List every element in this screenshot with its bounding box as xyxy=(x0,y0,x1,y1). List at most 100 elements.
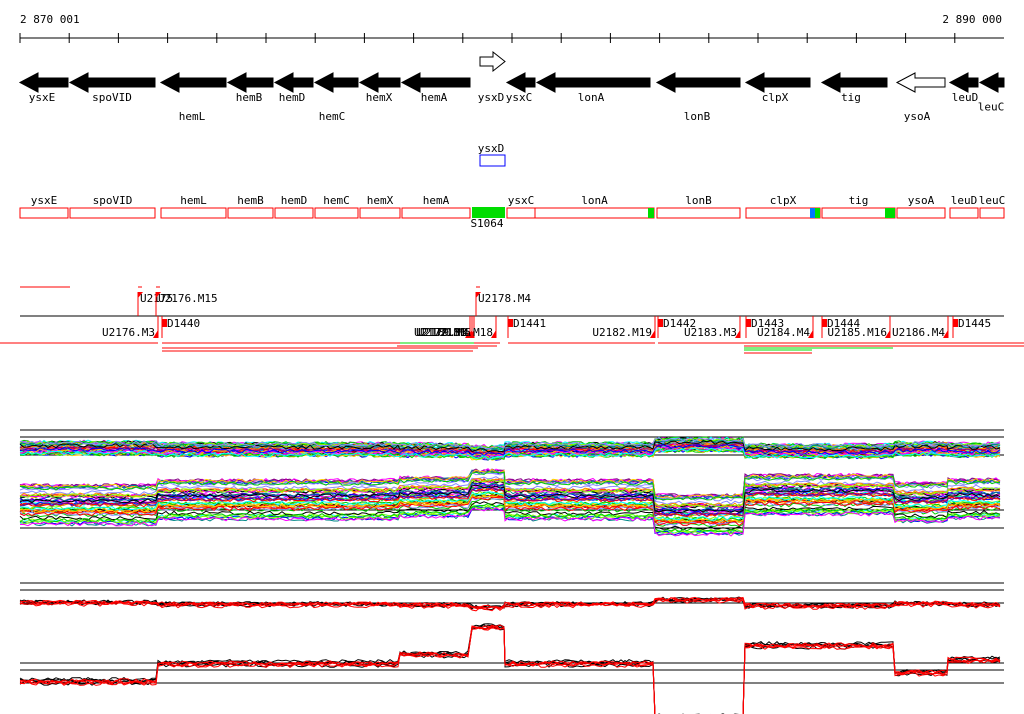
operon-label: leuD xyxy=(951,194,978,207)
segment-box xyxy=(885,208,895,218)
lower-marker-label[interactable]: D1445 xyxy=(958,317,991,330)
operon-box-hemA[interactable] xyxy=(401,207,471,219)
gene-label: hemA xyxy=(421,91,448,104)
gene-arrow-ysoA[interactable] xyxy=(895,72,946,93)
gene-label: ysoA xyxy=(904,110,931,123)
gene-label: hemD xyxy=(279,91,306,104)
operon-box-clpX[interactable] xyxy=(745,207,821,219)
lower-marker-label[interactable]: U2181.M18 xyxy=(433,326,493,339)
operon-box-ysxE[interactable] xyxy=(19,207,69,219)
upper-marker-label[interactable]: U2178.M4 xyxy=(478,292,531,305)
gene-arrow-leuD[interactable] xyxy=(948,72,979,93)
ruler-end-label: 2 890 000 xyxy=(942,13,1002,26)
gene-arrow-tig[interactable] xyxy=(820,72,888,93)
gene-arrow-hemC[interactable] xyxy=(313,72,359,93)
gene-label: leuC xyxy=(978,101,1005,114)
operon-box-ysoA[interactable] xyxy=(896,207,946,219)
expression-profile xyxy=(19,624,1001,714)
operon-label: lonA xyxy=(581,194,608,207)
operon-box-hemD[interactable] xyxy=(274,207,314,219)
gene-arrow-hemA[interactable] xyxy=(400,72,471,93)
gene-arrow-leuC[interactable] xyxy=(978,72,1005,93)
operon-box-lonB[interactable] xyxy=(656,207,741,219)
operon-track: S1064 ysxE spoVID hemL hemB hemD hemC hemX hemA… xyxy=(19,194,1006,230)
operon-label: hemC xyxy=(323,194,350,207)
operon-label: spoVID xyxy=(93,194,133,207)
ncrna-box[interactable] xyxy=(479,154,506,167)
marker-track: U2175U2176.M15 U2178.M4U2176.M3D1440U2177… xyxy=(0,286,1024,354)
operon-label: hemB xyxy=(237,194,264,207)
lower-marker-label[interactable]: U2185.M16 xyxy=(827,326,887,339)
operon-box-tig[interactable] xyxy=(821,207,896,219)
operon-label: hemA xyxy=(423,194,450,207)
segment-box xyxy=(815,208,820,218)
lower-marker-label[interactable]: D1441 xyxy=(513,317,546,330)
operon-label: clpX xyxy=(770,194,797,207)
gene-label: clpX xyxy=(762,91,789,104)
genome-browser-view: 2 870 001 2 890 000 ysxE spoVID hemL hemB he… xyxy=(0,13,1024,714)
gene-label: spoVID xyxy=(92,91,132,104)
operon-box-hemC[interactable] xyxy=(314,207,359,219)
operon-label: tig xyxy=(849,194,869,207)
coordinate-ruler: 2 870 001 2 890 000 xyxy=(19,13,1004,43)
operon-label: hemX xyxy=(367,194,394,207)
gene-label: ysxD xyxy=(478,91,505,104)
expression-profile xyxy=(19,623,1001,714)
gene-label: hemX xyxy=(366,91,393,104)
gene-arrow-hemL[interactable] xyxy=(159,72,227,93)
lower-marker-label[interactable]: U2182.M19 xyxy=(592,326,652,339)
expression-profile xyxy=(20,626,1001,714)
gene-track: ysxE spoVIDhemLhemB hemDhemChemX hemA ysxD ys… xyxy=(18,50,1005,123)
gene-arrow-hemB[interactable] xyxy=(226,72,274,93)
gene-label: lonB xyxy=(684,110,711,123)
gene-arrow-clpX[interactable] xyxy=(744,72,811,93)
lower-marker-label[interactable]: U2183.M3 xyxy=(684,326,737,339)
lower-marker-label[interactable]: D1440 xyxy=(167,317,200,330)
operon-label: hemD xyxy=(281,194,308,207)
lower-marker-label[interactable]: U2176.M3 xyxy=(102,326,155,339)
operon-box-hemL[interactable] xyxy=(160,207,227,219)
gene-label: hemC xyxy=(319,110,346,123)
segment-box xyxy=(648,208,654,218)
ruler-start-label: 2 870 001 xyxy=(20,13,80,26)
gene-arrow-ysxD[interactable] xyxy=(479,50,506,73)
gene-arrow-ysxE[interactable] xyxy=(18,72,69,93)
gene-label: ysxC xyxy=(506,91,533,104)
segment-box xyxy=(810,208,815,218)
operon-box-spoVID[interactable] xyxy=(69,207,156,219)
operon-box-ysxC[interactable] xyxy=(506,207,536,219)
gene-arrow-hemD[interactable] xyxy=(273,72,314,93)
upper-marker-label[interactable]: U2176.M15 xyxy=(158,292,218,305)
lower-marker-label[interactable]: U2186.M4 xyxy=(892,326,945,339)
gene-arrow-spoVID[interactable] xyxy=(68,72,156,93)
gene-arrow-ysxC[interactable] xyxy=(505,72,536,93)
expression-profile xyxy=(19,506,1001,536)
operon-label: leuC xyxy=(979,194,1006,207)
expression-profile xyxy=(19,626,1001,714)
gene-label: tig xyxy=(841,91,861,104)
gene-label: ysxE xyxy=(29,91,56,104)
operon-label: ysxE xyxy=(31,194,58,207)
operon-label: ysxC xyxy=(508,194,535,207)
gene-label: leuD xyxy=(952,91,979,104)
operon-label: hemL xyxy=(180,194,207,207)
gene-label: lonA xyxy=(578,91,605,104)
gene-label: hemB xyxy=(236,91,263,104)
expression-plots xyxy=(19,429,1004,714)
operon-box-hemB[interactable] xyxy=(227,207,274,219)
operon-label: ysoA xyxy=(908,194,935,207)
lower-marker-label[interactable]: U2184.M4 xyxy=(757,326,810,339)
gene-arrow-lonB[interactable] xyxy=(655,72,741,93)
ncrna-track: ysxD xyxy=(478,142,506,167)
operon-box-leuC[interactable] xyxy=(979,207,1005,219)
gene-arrow-hemX[interactable] xyxy=(358,72,401,93)
operon-label: lonB xyxy=(685,194,712,207)
operon-box-hemX[interactable] xyxy=(359,207,401,219)
operon-box-leuD[interactable] xyxy=(949,207,979,219)
operon-box-lonA[interactable] xyxy=(534,207,655,219)
segment-box[interactable] xyxy=(472,207,505,218)
segment-label: S1064 xyxy=(470,217,503,230)
gene-arrow-lonA[interactable] xyxy=(535,72,651,93)
ncrna-label: ysxD xyxy=(478,142,505,155)
gene-label: hemL xyxy=(179,110,206,123)
